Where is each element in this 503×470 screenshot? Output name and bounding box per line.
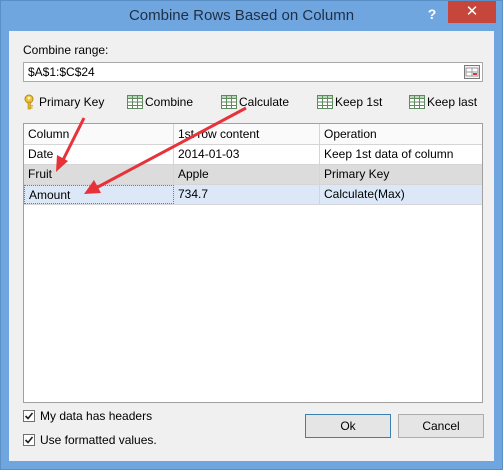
cell-column-name: Amount (24, 185, 174, 204)
column-header-operation[interactable]: Operation (320, 124, 482, 144)
grid-header: Column 1st row content Operation (24, 124, 482, 145)
table-grid-icon (409, 95, 425, 109)
cell-first-row: 734.7 (174, 185, 320, 204)
keep-first-label: Keep 1st (335, 95, 383, 109)
ok-button[interactable]: Ok (305, 414, 391, 438)
cell-operation: Keep 1st data of column (324, 147, 454, 161)
operation-toolbar: Primary Key Combine Calculate Keep 1st K… (23, 91, 483, 113)
cancel-button[interactable]: Cancel (398, 414, 484, 438)
headers-checkbox-label: My data has headers (40, 409, 153, 423)
dialog-title: Combine Rows Based on Column (128, 7, 355, 24)
combine-range-input[interactable]: $A$1:$C$24 (23, 62, 483, 82)
cell-operation: Calculate(Max) (324, 187, 405, 201)
calculate-button[interactable]: Calculate (221, 91, 289, 113)
dialog-body: Combine range: $A$1:$C$24 Primary Key Co… (9, 31, 494, 461)
table-grid-icon (221, 95, 237, 109)
keep-first-button[interactable]: Keep 1st (317, 91, 382, 113)
combine-range-value: $A$1:$C$24 (28, 65, 95, 79)
table-grid-icon (317, 95, 333, 109)
column-header-column[interactable]: Column (24, 124, 174, 144)
calculate-label: Calculate (239, 95, 290, 109)
title-bar[interactable]: Combine Rows Based on Column ? ✕ (1, 1, 502, 31)
help-button[interactable]: ? (421, 3, 443, 25)
table-grid-icon (127, 95, 143, 109)
formatted-checkbox[interactable] (23, 434, 35, 446)
headers-checkbox[interactable] (23, 410, 35, 422)
column-header-first-row[interactable]: 1st row content (174, 124, 320, 144)
key-icon (24, 94, 34, 110)
keep-last-label: Keep last (427, 95, 478, 109)
primary-key-button[interactable]: Primary Key (23, 91, 104, 113)
cell-first-row: Apple (174, 165, 320, 184)
headers-option[interactable]: My data has headers (23, 409, 152, 423)
formatted-option[interactable]: Use formatted values. (23, 433, 157, 447)
primary-key-label: Primary Key (39, 95, 105, 109)
checkmark-icon (24, 436, 34, 444)
close-button[interactable]: ✕ (448, 1, 496, 23)
combine-label: Combine (145, 95, 194, 109)
cell-operation: Primary Key (324, 167, 390, 181)
checkmark-icon (24, 412, 34, 420)
cell-first-row: 2014-01-03 (174, 145, 320, 164)
table-row[interactable]: Amount 734.7 Calculate(Max) (24, 185, 482, 205)
cell-column-name: Fruit (24, 165, 174, 184)
table-row[interactable]: Date 2014-01-03 Keep 1st data of column (24, 145, 482, 165)
cell-column-name: Date (24, 145, 174, 164)
dialog-window: Combine Rows Based on Column ? ✕ Combine… (0, 0, 503, 470)
column-grid[interactable]: Column 1st row content Operation Date 20… (23, 123, 483, 403)
table-row[interactable]: Fruit Apple Primary Key (24, 165, 482, 185)
combine-range-label: Combine range: (23, 43, 109, 57)
combine-button[interactable]: Combine (127, 91, 193, 113)
range-picker-icon[interactable] (464, 65, 480, 79)
formatted-checkbox-label: Use formatted values. (40, 433, 157, 447)
keep-last-button[interactable]: Keep last (409, 91, 477, 113)
